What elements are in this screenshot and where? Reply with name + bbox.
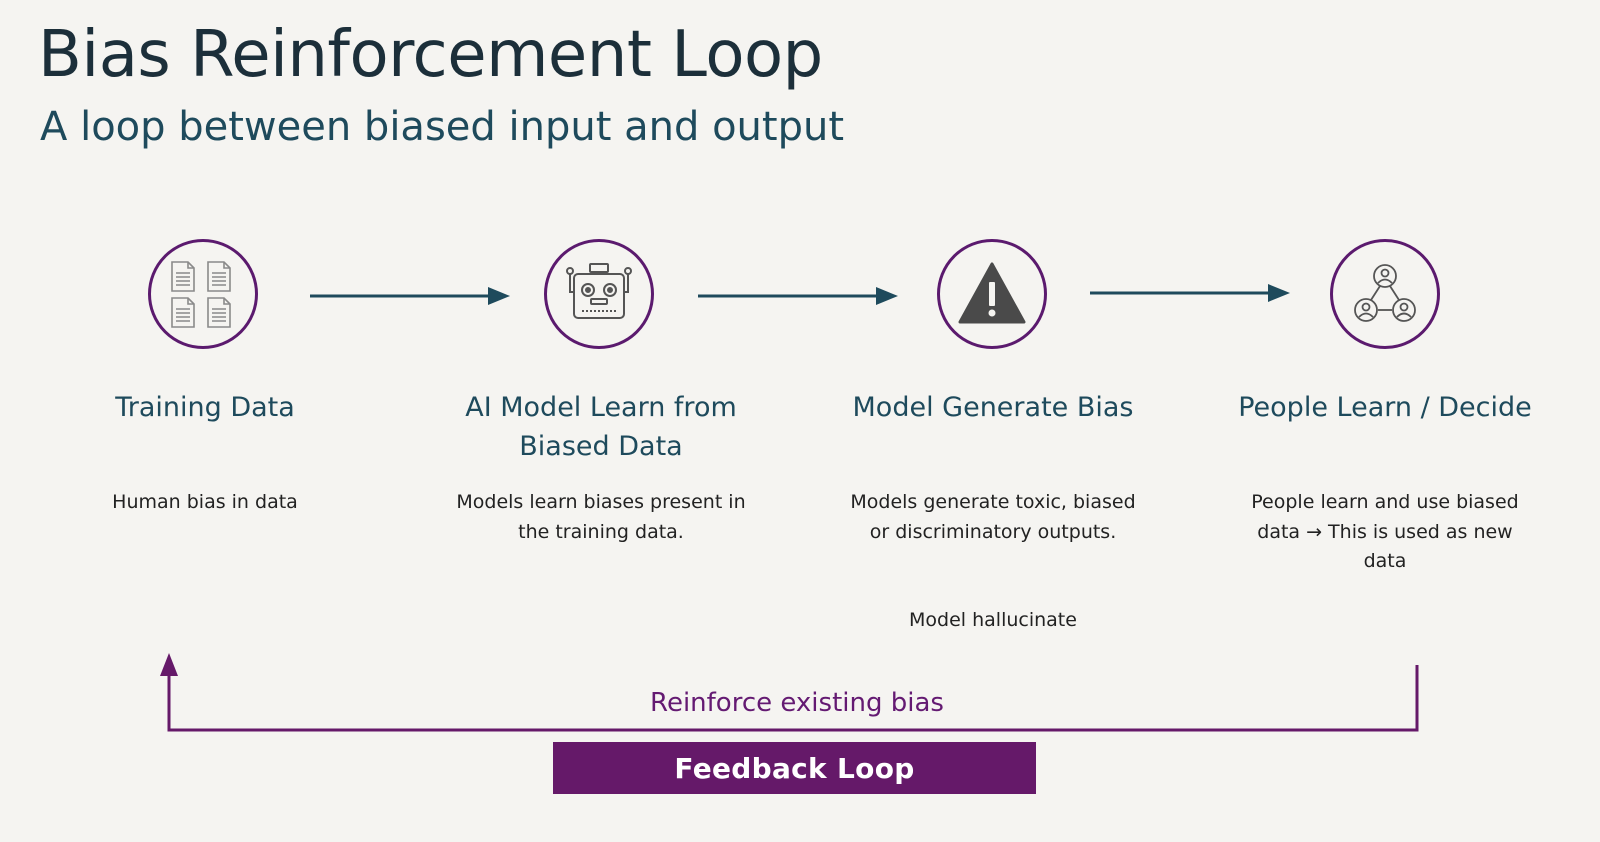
flow-arrow-1	[310, 287, 510, 305]
feedback-loop-label: Reinforce existing bias	[650, 688, 944, 718]
feedback-arrowhead	[160, 653, 178, 676]
warning-icon	[958, 262, 1026, 324]
step-3-icon-circle	[937, 239, 1047, 349]
robot-icon	[566, 263, 632, 319]
step-4-title: People Learn / Decide	[1238, 392, 1532, 423]
step-3-description: Models generate toxic, biased or discrim…	[850, 491, 1136, 543]
step-3-title: Model Generate Bias	[852, 392, 1134, 423]
step-3-note: Model hallucinate	[909, 609, 1077, 631]
feedback-loop-badge: Feedback Loop	[553, 742, 1036, 794]
people-network-icon	[1354, 264, 1416, 322]
step-4-icon-circle	[1330, 239, 1440, 349]
documents-icon	[171, 261, 231, 328]
flow-arrow-2	[698, 287, 898, 305]
step-2-title: AI Model Learn from Biased Data	[465, 392, 737, 462]
flow-arrow-3	[1090, 284, 1290, 302]
step-2-description: Models learn biases present in the train…	[456, 491, 746, 543]
step-1-icon-circle	[148, 239, 258, 349]
step-4-description: People learn and use biased data → This …	[1251, 491, 1519, 572]
step-1-title: Training Data	[115, 392, 295, 423]
step-2-icon-circle	[544, 239, 654, 349]
step-1-description: Human bias in data	[112, 491, 298, 513]
